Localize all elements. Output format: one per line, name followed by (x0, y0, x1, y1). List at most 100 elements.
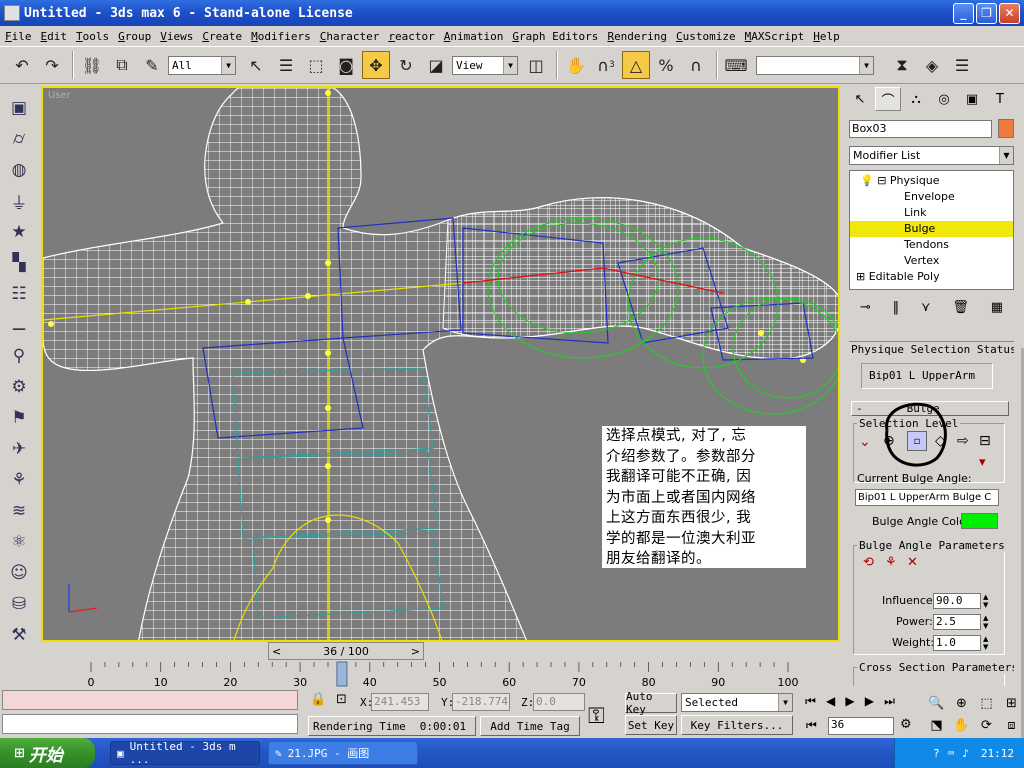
current-bulge-angle-dropdown[interactable]: Bip01 L UpperArm Bulge C (855, 489, 999, 506)
pin-stack-icon[interactable]: ⊸ (860, 300, 871, 322)
select-and-move-icon[interactable]: ✥ (362, 51, 390, 79)
influence-input[interactable]: 90.0 (933, 593, 981, 609)
restore-button[interactable]: ❐ (976, 2, 997, 24)
reactor-icon[interactable]: ⚛ (5, 528, 33, 556)
zoom-extents-icon[interactable]: ⬚ (980, 696, 992, 711)
magnifier-icon[interactable]: ⚲ (5, 342, 33, 370)
link-level-icon[interactable]: ⌄ (859, 434, 871, 450)
network-tray-icon[interactable]: ⌨ (948, 747, 955, 760)
close-button[interactable]: ✕ (999, 2, 1020, 24)
goto-end-icon[interactable]: ⏭ (884, 694, 895, 714)
window-crossing-icon[interactable]: ◙ (332, 51, 360, 79)
percent-snap-icon[interactable]: % (652, 51, 680, 79)
next-frame-icon[interactable]: ▶ (865, 694, 874, 714)
taskbar-item-3dsmax[interactable]: ▣ Untitled - 3ds m ... (110, 740, 260, 766)
menu-rendering[interactable]: Rendering (607, 30, 667, 43)
taskbar-item-paint[interactable]: ✎ 21.JPG - 画图 (268, 741, 418, 765)
menu-edit[interactable]: Edit (41, 30, 68, 43)
maximize-viewport-icon[interactable]: ⧈ (1007, 718, 1015, 733)
arc-rotate-icon[interactable]: ⟳ (981, 718, 992, 733)
menu-maxscript[interactable]: MAXScript (745, 30, 805, 43)
stack-item-envelope[interactable]: Envelope (850, 189, 1013, 205)
biped-icon[interactable]: ⚘ (5, 466, 33, 494)
select-by-name-icon[interactable]: ☰ (272, 51, 300, 79)
absolute-mode-icon[interactable]: ⊡ (336, 692, 347, 707)
menu-character[interactable]: Character (320, 30, 380, 43)
sphere-icon[interactable]: ◍ (5, 156, 33, 184)
select-and-manipulate-icon[interactable]: ✋ (562, 51, 590, 79)
bulge-edit-icon[interactable]: ▾ (979, 455, 986, 470)
bulge-param-icon-3[interactable]: ✕ (907, 555, 918, 570)
set-key-button[interactable]: Set Key (625, 715, 677, 735)
pivot-center-icon[interactable]: ◫ (522, 51, 550, 79)
play-icon[interactable]: ▶ (845, 694, 854, 714)
mirror-icon[interactable]: ⧗ (888, 51, 916, 79)
stack-item-editable-poly[interactable]: ⊞ Editable Poly (850, 269, 1013, 285)
select-and-rotate-icon[interactable]: ↻ (392, 51, 420, 79)
menu-group[interactable]: Group (118, 30, 151, 43)
snap-toggle-icon[interactable]: ∩ 3 (592, 51, 620, 79)
power-input[interactable]: 2.5 (933, 614, 981, 630)
align-icon[interactable]: ◈ (918, 51, 946, 79)
help-tray-icon[interactable]: ? (933, 747, 940, 760)
current-frame-field[interactable]: 36 (828, 717, 894, 735)
goto-start-icon[interactable]: ⏮ (805, 694, 816, 714)
make-unique-icon[interactable]: ⋎ (921, 300, 931, 322)
status-prompt-line[interactable] (2, 714, 298, 734)
stack-item-vertex[interactable]: Vertex (850, 253, 1013, 269)
menu-create[interactable]: Create (202, 30, 242, 43)
stack-item-bulge[interactable]: Bulge (850, 221, 1013, 237)
named-selection-dropdown[interactable]: ▼ (756, 55, 874, 75)
checker-icon[interactable]: ▚ (5, 249, 33, 277)
select-and-scale-icon[interactable]: ◪ (422, 51, 450, 79)
influence-spinner-icon[interactable]: ▲ ▼ (983, 593, 988, 609)
stack-item-link[interactable]: Link (850, 205, 1013, 221)
light-icon[interactable]: ⏚ (5, 187, 33, 215)
undo-icon[interactable]: ↶ (8, 51, 36, 79)
figure-icon[interactable]: ☺ (5, 559, 33, 587)
utilities-tab-icon[interactable]: T (987, 87, 1013, 111)
star-icon[interactable]: ★ (5, 218, 33, 246)
gear-icon[interactable]: ⚙ (5, 373, 33, 401)
expand-icon[interactable]: ⊞ (856, 270, 865, 283)
lock-selection-icon[interactable]: 🔒 (310, 692, 326, 707)
prev-frame-icon[interactable]: ◀ (826, 694, 835, 714)
bind-space-warp-icon[interactable]: ✎ (138, 51, 166, 79)
power-spinner-icon[interactable]: ▲ ▼ (983, 614, 988, 630)
select-object-icon[interactable]: ↖ (242, 51, 270, 79)
selection-filter-dropdown[interactable]: All ▼ (168, 55, 236, 75)
bulb-icon[interactable]: 💡 (860, 174, 874, 187)
bone-icon[interactable]: ⚊ (5, 311, 33, 339)
menu-modifiers[interactable]: Modifiers (251, 30, 311, 43)
x-coord-field[interactable]: 241.453 (371, 693, 429, 711)
sign-icon[interactable]: ⚑ (5, 404, 33, 432)
z-coord-field[interactable]: 0.0 (533, 693, 585, 711)
remove-modifier-icon[interactable]: 🗑 (952, 300, 969, 322)
edit-envelope-icon[interactable]: ⊟ (979, 433, 991, 449)
object-name-field[interactable]: Box03 (849, 120, 992, 138)
menu-file[interactable]: File (5, 30, 32, 43)
time-slider[interactable]: < 36 / 100 > (268, 642, 424, 660)
bulge-angle-color-swatch[interactable] (961, 513, 998, 529)
stack-item-physique[interactable]: 💡 ⊟ Physique (850, 173, 1013, 189)
wave-icon[interactable]: ≋ (5, 497, 33, 525)
key-filters-button[interactable]: Key Filters... (681, 715, 793, 735)
plane-icon[interactable]: ✈ (5, 435, 33, 463)
pan-icon[interactable]: ✋ (953, 718, 969, 733)
zoom-extents-all-icon[interactable]: ⊞ (1006, 696, 1017, 711)
start-button[interactable]: ⊞ 开始 (0, 738, 95, 768)
edit-named-selection-icon[interactable]: ⌨ (722, 51, 750, 79)
track-bar[interactable]: 0 10 20 30 40 50 60 70 80 90 100 (41, 660, 840, 690)
set-key-icon[interactable]: ⚿ (588, 704, 605, 729)
configure-sets-icon[interactable]: ▦ (991, 300, 1003, 322)
key-mode-toggle-icon[interactable]: ⏮ (806, 718, 817, 733)
redo-icon[interactable]: ↷ (38, 51, 66, 79)
modifier-list-dropdown[interactable]: Modifier List ▼ (849, 146, 1014, 165)
menu-animation[interactable]: Animation (444, 30, 504, 43)
key-mode-dropdown[interactable]: Selected ▼ (681, 693, 793, 712)
show-end-result-icon[interactable]: ‖ (893, 300, 900, 322)
menu-tools[interactable]: Tools (76, 30, 109, 43)
volume-tray-icon[interactable]: ♪ (962, 747, 969, 760)
stack-icon[interactable]: ☷ (5, 280, 33, 308)
motion-tab-icon[interactable]: ◎ (931, 87, 957, 111)
